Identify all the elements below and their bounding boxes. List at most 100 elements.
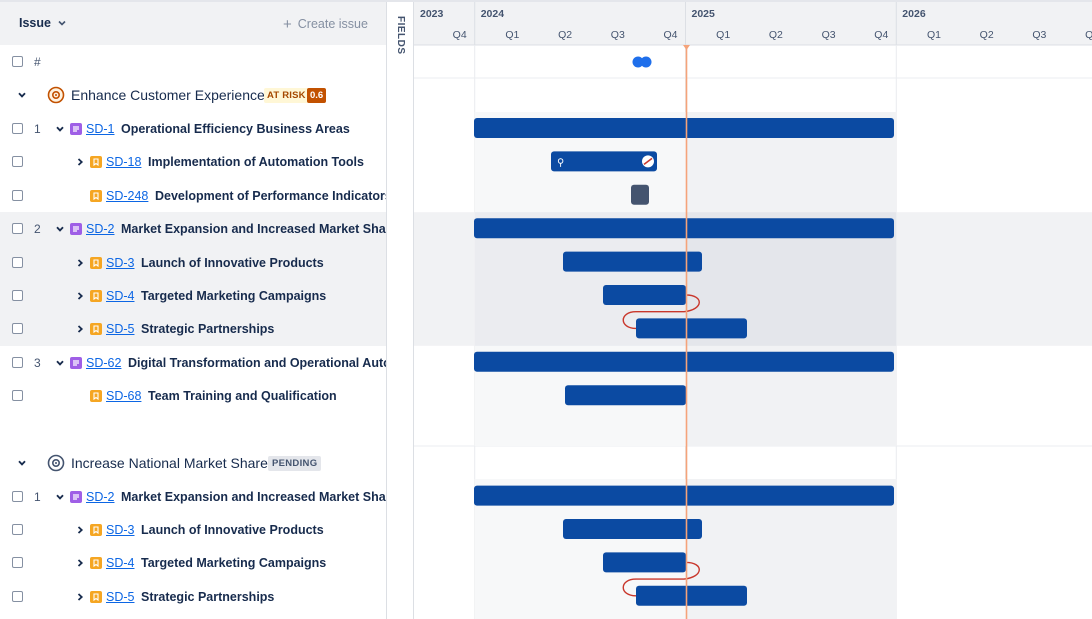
issue-summary[interactable]: Team Training and Qualification: [148, 389, 337, 403]
schedule-bar[interactable]: [603, 285, 686, 305]
year-label: 2025: [692, 8, 716, 20]
row-checkbox[interactable]: [12, 189, 23, 201]
issue-summary[interactable]: Strategic Partnerships: [141, 322, 274, 336]
issue-column-label[interactable]: Issue: [19, 16, 51, 30]
release-marker-dot[interactable]: [640, 56, 652, 68]
fields-label: FIELDS: [395, 16, 406, 55]
select-all-checkbox[interactable]: [12, 56, 23, 67]
issue-row[interactable]: SD-4 Targeted Marketing Campaigns: [0, 279, 386, 313]
fields-panel-toggle[interactable]: FIELDS: [386, 2, 414, 619]
epic-icon: [70, 123, 82, 135]
schedule-bar[interactable]: [636, 585, 747, 606]
issue-row[interactable]: 1 SD-2 Market Expansion and Increased Mark…: [0, 480, 386, 513]
issue-row[interactable]: SD-3 Launch of Innovative Products: [0, 513, 386, 546]
quarter-label: Q2: [980, 29, 994, 41]
story-icon: [90, 256, 102, 269]
chevron-right-icon[interactable]: [74, 257, 86, 269]
issue-key-link[interactable]: SD-4: [106, 556, 134, 570]
schedule-bar[interactable]: [474, 218, 894, 239]
link-icon[interactable]: ⚲: [557, 157, 564, 168]
chevron-right-icon[interactable]: [74, 557, 86, 569]
row-checkbox[interactable]: [12, 323, 23, 335]
schedule-bar[interactable]: [563, 251, 702, 272]
goal-target-icon: [47, 86, 65, 104]
chevron-right-icon[interactable]: [74, 290, 86, 302]
create-issue-button[interactable]: + Create issue: [283, 16, 368, 33]
row-checkbox[interactable]: [12, 290, 23, 301]
quarter-label: Q2: [558, 29, 572, 41]
schedule-bar[interactable]: [636, 318, 747, 339]
goal-row[interactable]: Enhance Customer Experience AT RISK 0.6: [0, 78, 386, 112]
row-checkbox[interactable]: [12, 156, 23, 168]
collapse-chevron-icon[interactable]: [16, 457, 28, 469]
story-icon: [90, 323, 102, 336]
chevron-down-icon[interactable]: [57, 17, 67, 31]
issue-key-link[interactable]: SD-4: [106, 289, 134, 303]
issue-key-link[interactable]: SD-3: [106, 523, 134, 537]
issue-summary[interactable]: Targeted Marketing Campaigns: [141, 289, 326, 303]
issue-key-link[interactable]: SD-62: [86, 356, 121, 370]
issue-row[interactable]: SD-3 Launch of Innovative Products: [0, 245, 386, 279]
issue-key-link[interactable]: SD-2: [86, 490, 114, 504]
row-checkbox[interactable]: [12, 356, 23, 368]
issue-key-link[interactable]: SD-3: [106, 256, 134, 270]
schedule-bar[interactable]: [563, 519, 702, 539]
milestone-marker[interactable]: [631, 184, 649, 205]
issue-summary[interactable]: Targeted Marketing Campaigns: [141, 556, 326, 570]
chevron-down-icon[interactable]: [54, 223, 66, 235]
issue-row[interactable]: 3 SD-62 Digital Transformation and Operati…: [0, 346, 386, 379]
row-checkbox[interactable]: [12, 590, 23, 602]
issue-row[interactable]: SD-5 Strategic Partnerships: [0, 580, 386, 613]
issue-summary[interactable]: Strategic Partnerships: [141, 590, 274, 604]
schedule-bar[interactable]: [551, 151, 657, 172]
schedule-bar[interactable]: [603, 552, 686, 573]
quarter-label: Q1: [716, 29, 730, 41]
chevron-right-icon[interactable]: [74, 591, 86, 603]
issue-row[interactable]: 1 SD-1 Operational Efficiency Business Are…: [0, 112, 386, 145]
goal-title[interactable]: Increase National Market Share: [71, 455, 268, 471]
issue-row[interactable]: SD-68 Team Training and Qualification: [0, 379, 386, 412]
row-checkbox[interactable]: [12, 390, 23, 402]
chevron-down-icon[interactable]: [54, 123, 66, 135]
issue-summary[interactable]: Digital Transformation and Operational A…: [128, 356, 386, 370]
issue-summary[interactable]: Development of Performance Indicators: [155, 189, 386, 203]
row-checkbox[interactable]: [12, 524, 23, 535]
chevron-right-icon[interactable]: [74, 524, 86, 536]
issue-key-link[interactable]: SD-68: [106, 389, 141, 403]
schedule-bar[interactable]: [474, 118, 894, 138]
issue-key-link[interactable]: SD-1: [86, 122, 114, 136]
issue-key-link[interactable]: SD-5: [106, 322, 134, 336]
goal-title[interactable]: Enhance Customer Experience: [71, 87, 265, 103]
issue-key-link[interactable]: SD-248: [106, 189, 148, 203]
chevron-down-icon[interactable]: [54, 357, 66, 369]
schedule-bar[interactable]: [565, 385, 686, 406]
collapse-chevron-icon[interactable]: [16, 89, 28, 101]
chevron-down-icon[interactable]: [54, 491, 66, 503]
row-checkbox[interactable]: [12, 123, 23, 134]
issue-summary[interactable]: Launch of Innovative Products: [141, 256, 324, 270]
chevron-right-icon[interactable]: [74, 156, 86, 168]
issue-summary[interactable]: Market Expansion and Increased Market Sh…: [121, 222, 386, 236]
issue-key-link[interactable]: SD-2: [86, 222, 114, 236]
schedule-bar[interactable]: [474, 351, 894, 372]
issue-key-link[interactable]: SD-18: [106, 155, 141, 169]
issue-key-link[interactable]: SD-5: [106, 590, 134, 604]
issue-summary[interactable]: Launch of Innovative Products: [141, 523, 324, 537]
issue-row[interactable]: 2 SD-2 Market Expansion and Increased Mark…: [0, 212, 386, 246]
chevron-right-icon[interactable]: [74, 323, 86, 335]
issue-row[interactable]: SD-18 Implementation of Automation Tools: [0, 145, 386, 178]
story-icon: [90, 156, 102, 169]
row-checkbox[interactable]: [12, 490, 23, 502]
row-checkbox[interactable]: [12, 557, 23, 569]
issue-summary[interactable]: Operational Efficiency Business Areas: [121, 122, 350, 136]
issue-summary[interactable]: Market Expansion and Increased Market Sh…: [121, 490, 386, 504]
story-icon: [90, 524, 102, 536]
issue-row[interactable]: SD-4 Targeted Marketing Campaigns: [0, 546, 386, 579]
issue-row[interactable]: SD-5 Strategic Partnerships: [0, 312, 386, 346]
row-checkbox[interactable]: [12, 256, 23, 268]
row-checkbox[interactable]: [12, 223, 23, 235]
issue-summary[interactable]: Implementation of Automation Tools: [148, 155, 364, 169]
schedule-bar[interactable]: [474, 485, 894, 506]
issue-row[interactable]: SD-248 Development of Performance Indicat…: [0, 179, 386, 212]
goal-row[interactable]: Increase National Market Share PENDING: [0, 446, 386, 480]
